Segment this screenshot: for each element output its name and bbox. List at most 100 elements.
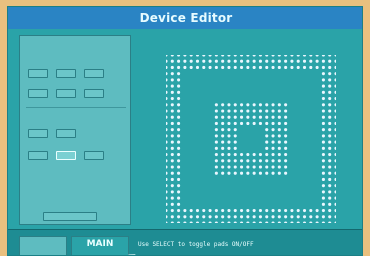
pad-dot[interactable]: [277, 209, 281, 213]
pad-dot[interactable]: [258, 59, 262, 63]
pad-dot[interactable]: [265, 59, 269, 63]
pad-dot[interactable]: [328, 177, 332, 181]
pad-dot[interactable]: [227, 134, 231, 138]
pad-dot[interactable]: [328, 140, 332, 144]
pad-dot[interactable]: [195, 65, 200, 69]
pad-dot[interactable]: [309, 215, 313, 219]
pad-dot[interactable]: [240, 165, 244, 169]
pad-dot[interactable]: [252, 165, 256, 169]
pad-dot[interactable]: [240, 109, 244, 113]
pad-dot[interactable]: [214, 209, 218, 213]
pad-dot[interactable]: [227, 59, 231, 63]
pad-dot[interactable]: [227, 215, 231, 219]
pad-dot[interactable]: [189, 215, 193, 219]
pad-dot[interactable]: [166, 103, 168, 107]
pad-dot[interactable]: [284, 171, 288, 175]
pad-dot[interactable]: [221, 159, 225, 163]
pad-dot[interactable]: [252, 65, 256, 69]
pad-dot[interactable]: [334, 115, 336, 119]
pad-dot[interactable]: [284, 140, 288, 144]
pad-dot[interactable]: [195, 221, 200, 223]
pad-dot[interactable]: [265, 215, 269, 219]
pad-dot[interactable]: [221, 221, 225, 223]
pad-dot[interactable]: [258, 65, 262, 69]
pad-dot[interactable]: [246, 153, 250, 157]
pad-dot[interactable]: [208, 65, 212, 69]
pad-dot[interactable]: [328, 97, 332, 101]
pad-dot[interactable]: [277, 221, 281, 223]
pad-dot[interactable]: [166, 146, 168, 150]
pad-dot[interactable]: [296, 55, 300, 57]
pad-dot[interactable]: [252, 115, 256, 119]
pad-dot[interactable]: [284, 221, 288, 223]
pad-dot[interactable]: [233, 165, 237, 169]
pad-dot[interactable]: [233, 140, 237, 144]
pad-dot[interactable]: [246, 165, 250, 169]
pad-dot[interactable]: [246, 171, 250, 175]
pad-dot[interactable]: [240, 115, 244, 119]
pad-dot[interactable]: [258, 221, 262, 223]
pad-dot[interactable]: [328, 72, 332, 76]
pad-dot[interactable]: [334, 59, 336, 63]
pad-dot[interactable]: [170, 103, 174, 107]
pad-dot[interactable]: [166, 90, 168, 94]
pad-dot[interactable]: [166, 140, 168, 144]
pad-dot[interactable]: [170, 140, 174, 144]
pad-dot[interactable]: [177, 121, 181, 125]
pad-dot[interactable]: [334, 159, 336, 163]
panel-button-3[interactable]: [84, 69, 104, 78]
pad-dot[interactable]: [177, 209, 181, 213]
pad-dot[interactable]: [240, 55, 244, 57]
pad-dot[interactable]: [265, 171, 269, 175]
pad-dot[interactable]: [246, 103, 250, 107]
pad-dot[interactable]: [321, 134, 325, 138]
pad-dot[interactable]: [177, 202, 181, 206]
pad-dot[interactable]: [221, 215, 225, 219]
pad-dot[interactable]: [227, 121, 231, 125]
pad-dot[interactable]: [315, 221, 319, 223]
pad-dot[interactable]: [321, 115, 325, 119]
pad-dot[interactable]: [328, 171, 332, 175]
pad-dot[interactable]: [277, 59, 281, 63]
pad-dot[interactable]: [277, 153, 281, 157]
pad-dot[interactable]: [252, 215, 256, 219]
pad-dot[interactable]: [271, 146, 275, 150]
pad-dot[interactable]: [177, 184, 181, 188]
pad-dot[interactable]: [227, 128, 231, 132]
pad-dot[interactable]: [214, 55, 218, 57]
pad-dot[interactable]: [227, 153, 231, 157]
pad-dot[interactable]: [214, 109, 218, 113]
pad-dot[interactable]: [202, 209, 206, 213]
pad-dot[interactable]: [252, 59, 256, 63]
pad-dot[interactable]: [170, 72, 174, 76]
pad-dot[interactable]: [166, 55, 168, 57]
pad-dot[interactable]: [265, 209, 269, 213]
pad-dot[interactable]: [334, 55, 336, 57]
pad-dot[interactable]: [214, 134, 218, 138]
pad-dot[interactable]: [284, 59, 288, 63]
pad-dot[interactable]: [240, 221, 244, 223]
pad-dot[interactable]: [233, 171, 237, 175]
pad-dot[interactable]: [334, 209, 336, 213]
pad-dot[interactable]: [240, 121, 244, 125]
pad-dot[interactable]: [334, 202, 336, 206]
pad-dot[interactable]: [202, 59, 206, 63]
pad-dot[interactable]: [271, 221, 275, 223]
pad-dot[interactable]: [166, 165, 168, 169]
pad-dot[interactable]: [271, 65, 275, 69]
pad-dot[interactable]: [170, 109, 174, 113]
pad-dot[interactable]: [227, 103, 231, 107]
panel-button-11[interactable]: [84, 151, 104, 160]
pad-dot[interactable]: [166, 202, 168, 206]
pad-dot[interactable]: [221, 165, 225, 169]
pad-dot[interactable]: [328, 78, 332, 82]
pad-dot[interactable]: [189, 209, 193, 213]
pad-dot[interactable]: [277, 165, 281, 169]
pad-dot[interactable]: [265, 115, 269, 119]
pad-dot[interactable]: [170, 146, 174, 150]
pad-dot[interactable]: [195, 215, 200, 219]
pad-dot[interactable]: [290, 215, 294, 219]
pad-dot[interactable]: [321, 146, 325, 150]
pad-dot[interactable]: [252, 153, 256, 157]
panel-button-1[interactable]: [28, 69, 48, 78]
